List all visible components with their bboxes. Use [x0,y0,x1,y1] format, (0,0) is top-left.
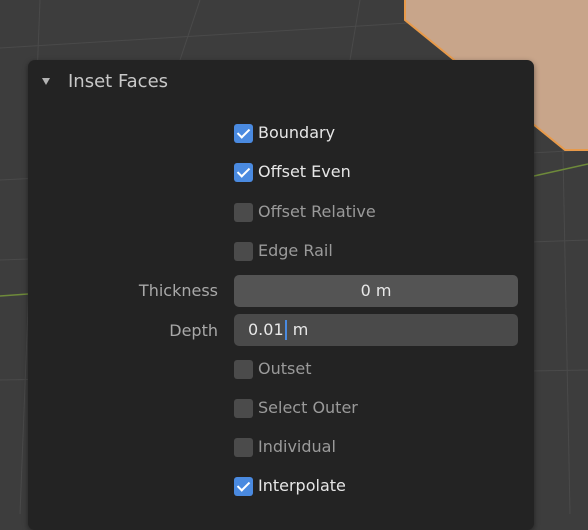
option-label: Interpolate [258,476,346,495]
checkbox-edge-rail[interactable] [234,241,253,261]
option-label: Offset Relative [258,202,376,221]
operator-panel[interactable]: Inset Faces Boundary Offset Even Offset … [28,60,534,530]
panel-title: Inset Faces [68,71,169,92]
checkbox-interpolate[interactable] [234,476,253,496]
option-label: Select Outer [258,398,358,417]
checkbox-offset-even[interactable] [234,162,253,182]
option-label: Boundary [258,123,336,142]
checkbox-outset[interactable] [234,359,253,379]
option-boundary[interactable]: Boundary [234,122,335,144]
option-select-outer[interactable]: Select Outer [234,397,358,419]
option-label: Outset [258,359,312,378]
depth-field[interactable]: 0.01 m [234,314,518,346]
depth-label: Depth [169,321,218,340]
option-edge-rail[interactable]: Edge Rail [234,240,333,262]
thickness-label: Thickness [138,281,218,300]
depth-value: 0.01 [248,320,284,339]
option-interpolate[interactable]: Interpolate [234,475,346,497]
text-caret [284,319,287,340]
option-offset-even[interactable]: Offset Even [234,161,351,183]
option-offset-relative[interactable]: Offset Relative [234,201,376,223]
option-individual[interactable]: Individual [234,436,336,458]
option-label: Offset Even [258,162,351,181]
option-label: Edge Rail [258,241,333,260]
checkbox-individual[interactable] [234,437,253,457]
option-outset[interactable]: Outset [234,358,311,380]
panel-header[interactable]: Inset Faces [28,60,534,104]
checkbox-offset-relative[interactable] [234,202,253,222]
triangle-down-icon[interactable] [42,78,50,85]
checkbox-boundary[interactable] [234,123,253,143]
thickness-field[interactable]: 0 m [234,275,518,307]
option-label: Individual [258,437,336,456]
checkbox-select-outer[interactable] [234,398,253,418]
depth-unit: m [287,320,309,339]
